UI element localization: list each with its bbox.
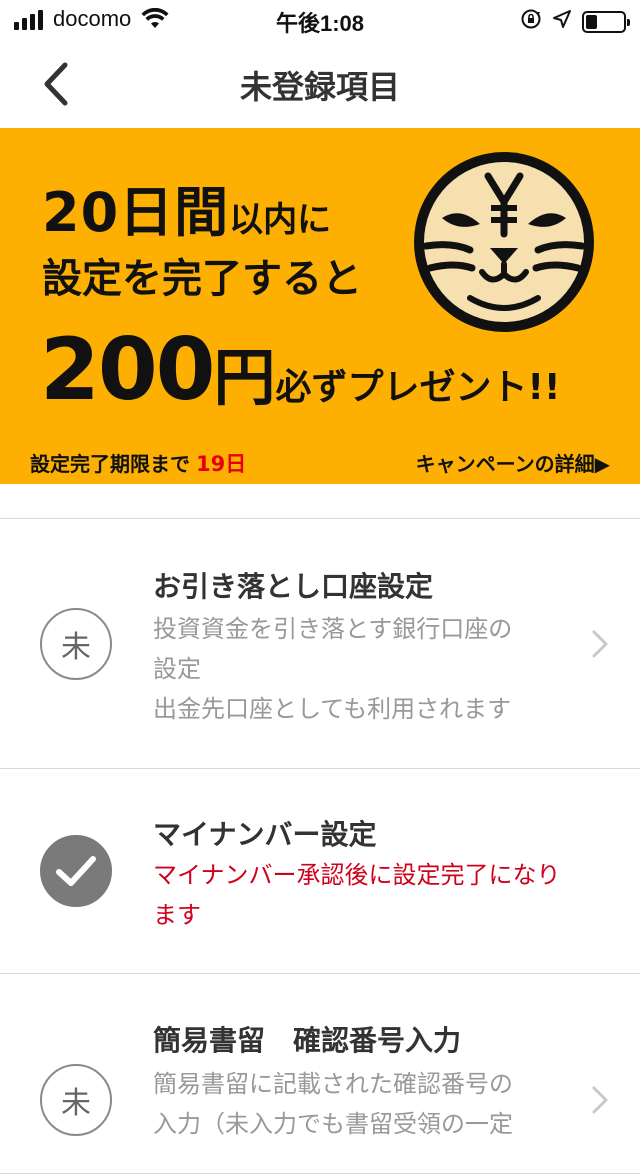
banner-headline: 20日間以内に [42,168,331,247]
item-title: 簡易書留 確認番号入力 [153,1024,462,1057]
status-badge-unregistered: 未 [40,608,112,680]
item-description-line: 入力（未入力でも書留受領の一定 [153,1110,513,1138]
chevron-right-icon [592,1086,608,1114]
list-item-my-number[interactable]: マイナンバー設定 マイナンバー承認後に設定完了になり ます [0,769,640,974]
battery-level [586,14,597,29]
item-description-line: 簡易書留に記載された確認番号の [153,1070,513,1098]
status-bar: docomo 午後1:08 [0,0,640,40]
chevron-right-icon [592,630,608,658]
item-title: マイナンバー設定 [153,818,377,851]
banner-days-suffix: 以内に [229,200,332,240]
battery-icon [582,10,630,33]
campaign-banner[interactable]: 20日間以内に 設定を完了すると 200円必ずプレゼント!! 設定完了期限まで 1… [0,128,640,484]
list-item-registered-mail-code[interactable]: 未 簡易書留 確認番号入力 簡易書留に記載された確認番号の 入力（未入力でも書留… [0,974,640,1174]
status-badge-complete [40,835,112,907]
status-badge-unregistered: 未 [40,1064,112,1136]
deadline-days: 19日 [196,452,247,476]
list-item-withdrawal-account[interactable]: 未 お引き落とし口座設定 投資資金を引き落とす銀行口座の 設定 出金先口座として… [0,519,640,769]
item-description-line: ます [153,901,201,929]
tiger-mascot-icon [414,152,594,332]
status-right [520,8,630,35]
item-description-line: 投資資金を引き落とす銀行口座の [153,615,513,643]
checkmark-icon [56,856,96,886]
location-arrow-icon [552,9,572,34]
unregistered-items-list: 未 お引き落とし口座設定 投資資金を引き落とす銀行口座の 設定 出金先口座として… [0,518,640,1174]
banner-reward: 200円必ずプレゼント!! [40,320,560,420]
item-description: マイナンバー承認後に設定完了になり ます [153,855,563,935]
deadline-label: 設定完了期限まで [30,452,190,476]
banner-days: 20日間 [42,181,230,244]
item-description-line: 設定 [153,655,201,683]
reward-amount: 200 [40,320,216,420]
item-description-line: 出金先口座としても利用されます [153,695,512,723]
campaign-details-link[interactable]: キャンペーンの詳細▶ [416,448,610,477]
banner-subline: 設定を完了すると [42,256,362,302]
reward-present-text: 必ずプレゼント!! [275,367,561,408]
orientation-lock-icon [520,8,542,35]
deadline-text: 設定完了期限まで 19日 [30,448,246,478]
item-description: 投資資金を引き落とす銀行口座の 設定 出金先口座としても利用されます [153,609,563,729]
reward-currency: 円 [213,341,276,414]
item-title: お引き落とし口座設定 [153,570,434,603]
item-description: 簡易書留に記載された確認番号の 入力（未入力でも書留受領の一定 [153,1064,563,1144]
item-description-line: マイナンバー承認後に設定完了になり [153,861,561,889]
page-title: 未登録項目 [239,68,400,106]
nav-bar: 未登録項目 [0,40,640,128]
